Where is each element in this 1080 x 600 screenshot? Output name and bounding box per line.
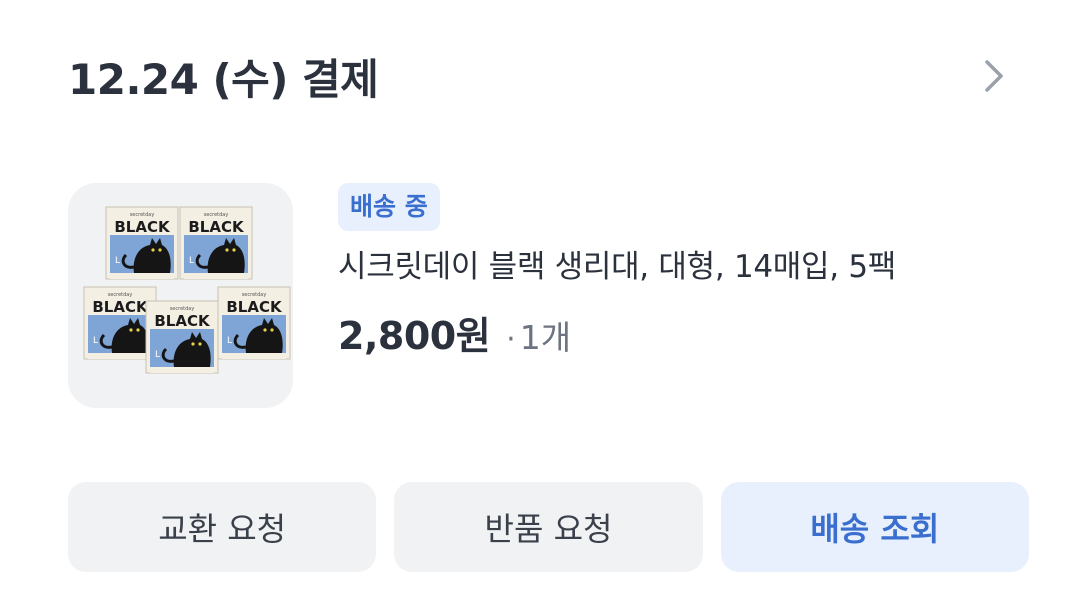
action-buttons: 교환 요청 반품 요청 배송 조회 (68, 482, 1029, 572)
track-delivery-button[interactable]: 배송 조회 (720, 482, 1029, 572)
quantity-value: 1개 (519, 318, 572, 357)
order-date-title: 12.24 (수) 결제 (68, 54, 379, 104)
product-image: secretday BLACK L (82, 205, 292, 375)
status-badge: 배송 중 (338, 183, 440, 231)
chevron-right-icon[interactable] (974, 56, 1014, 96)
product-quantity: · 1개 (506, 311, 571, 359)
exchange-request-button[interactable]: 교환 요청 (68, 482, 377, 572)
order-header[interactable]: 12.24 (수) 결제 (68, 46, 1014, 106)
product-price: 2,800원 (338, 314, 491, 358)
order-card: 12.24 (수) 결제 secretday BLACK L 배송 중 시크릿데… (0, 0, 1080, 600)
price-row: 2,800원 · 1개 (338, 305, 896, 360)
product-row[interactable]: secretday BLACK L 배송 중 시크릿데이 블랙 생리대, 대형,… (68, 183, 896, 408)
product-thumbnail[interactable]: secretday BLACK L (68, 183, 293, 408)
return-request-button[interactable]: 반품 요청 (394, 482, 703, 572)
product-info: 배송 중 시크릿데이 블랙 생리대, 대형, 14매입, 5팩 2,800원 ·… (338, 183, 896, 360)
product-name[interactable]: 시크릿데이 블랙 생리대, 대형, 14매입, 5팩 (338, 247, 896, 287)
bullet-dot: · (506, 322, 516, 357)
